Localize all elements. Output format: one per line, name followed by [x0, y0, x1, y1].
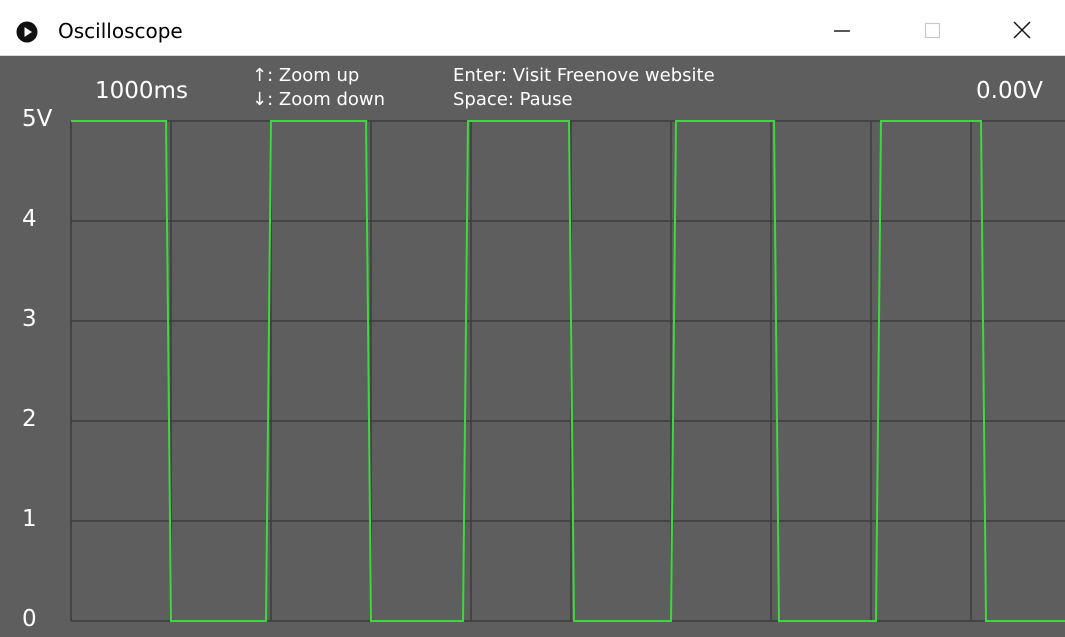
signal-trace — [71, 120, 1065, 622]
title-bar[interactable]: Oscilloscope — [0, 0, 1065, 56]
trace-layer — [71, 120, 1065, 622]
timebase-readout: 1000ms — [95, 78, 188, 104]
grid — [70, 120, 1065, 622]
voltage-readout: 0.00V — [976, 78, 1043, 104]
y-axis-label: 3 — [22, 306, 37, 332]
y-axis-label: 4 — [22, 206, 37, 232]
window-title: Oscilloscope — [58, 19, 183, 43]
maximize-icon — [924, 22, 941, 39]
hint-zoom-down: ↓: Zoom down — [252, 89, 386, 110]
hint-enter-website: Enter: Visit Freenove website — [453, 65, 715, 86]
y-axis-label: 1 — [22, 506, 37, 532]
maximize-button[interactable] — [902, 4, 962, 56]
y-axis-label: 2 — [22, 406, 37, 432]
app-play-icon — [16, 21, 38, 43]
scope-screen[interactable]: 1000ms 0.00V ↑: Zoom up ↓: Zoom down Ent… — [0, 56, 1065, 637]
close-icon — [1013, 21, 1031, 39]
minimize-icon — [834, 30, 850, 32]
scope-plot[interactable] — [0, 56, 1065, 637]
y-axis-label: 5V — [22, 106, 53, 132]
hint-space-pause: Space: Pause — [453, 89, 573, 110]
minimize-button[interactable] — [812, 4, 872, 56]
y-axis-label: 0 — [22, 606, 37, 632]
oscilloscope-window: Oscilloscope 1000ms 0.00V ↑: Zoom up ↓: … — [0, 0, 1065, 637]
close-button[interactable] — [992, 4, 1052, 56]
hint-zoom-up: ↑: Zoom up — [252, 65, 360, 86]
